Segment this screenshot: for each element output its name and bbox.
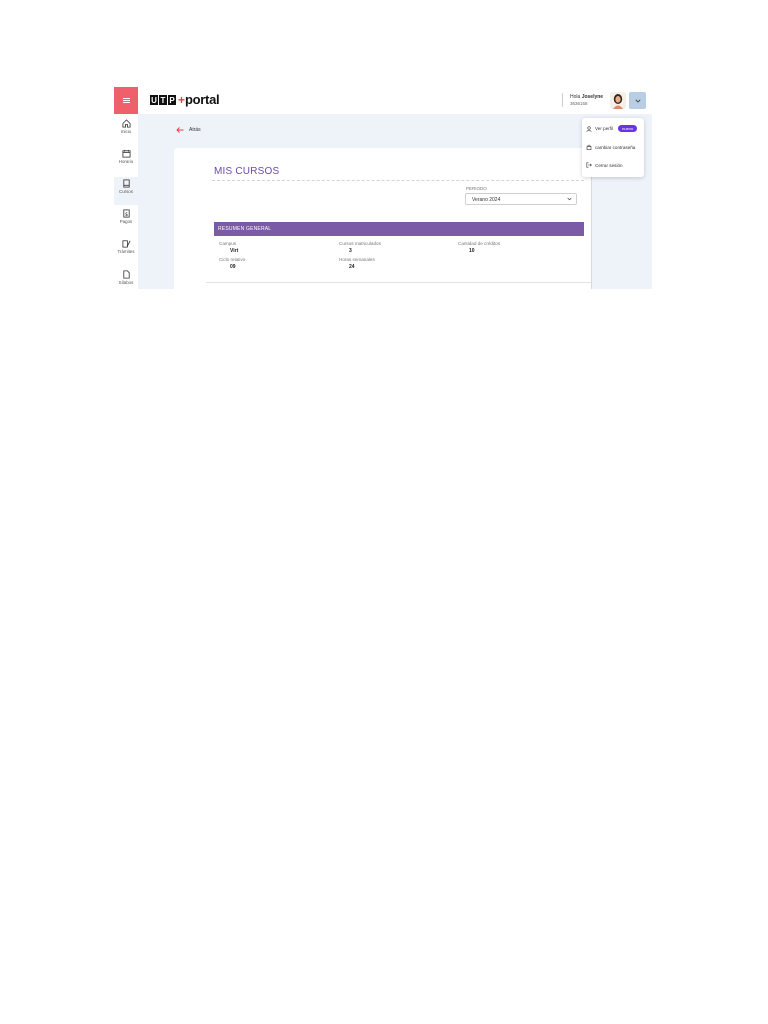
sidebar-item-label: Sílabos (118, 280, 134, 285)
calendar-icon (121, 149, 131, 158)
sidebar-item-label: Pagos (119, 219, 133, 224)
title-divider (212, 180, 584, 181)
menu-item-cerrar-sesion[interactable]: Cerrar sesión (586, 162, 623, 168)
courses-card: MIS CURSOS PERIODO Verano 2024 RESUMEN G… (174, 148, 592, 289)
sidebar-item-label: Trámites (117, 249, 135, 254)
summary-header: RESUMEN GENERAL (214, 222, 584, 236)
stat-value-cursos: 3 (349, 248, 352, 254)
chevron-down-icon (635, 99, 640, 103)
stat-label-ciclo: Ciclo relativo (219, 257, 246, 262)
hamburger-icon (122, 100, 130, 101)
stat-label-horas: Horas semanales (339, 257, 375, 262)
home-icon (121, 119, 131, 128)
stat-label-creditos: Cantidad de créditos (458, 241, 501, 246)
documents-icon (121, 240, 130, 248)
avatar[interactable] (610, 92, 626, 109)
sidebar-item-label: Cursos (119, 189, 133, 194)
user-icon (586, 125, 592, 132)
logout-icon (586, 162, 592, 168)
stat-label-cursos: Cursos matriculados (339, 241, 381, 246)
arrow-left-icon (176, 127, 184, 133)
stat-value-campus: Virt (230, 248, 239, 254)
menu-item-ver-perfil[interactable]: Ver perfil nuevo (586, 125, 638, 132)
stat-label-campus: Campus (219, 241, 237, 246)
page-title: MIS CURSOS (214, 166, 280, 177)
periodo-label: PERIODO (466, 186, 487, 191)
chevron-down-icon (567, 197, 572, 201)
header-divider (562, 93, 563, 107)
svg-text:$: $ (124, 212, 127, 218)
dollar-icon: $ (122, 209, 130, 218)
sidebar-item-horario[interactable]: Horario (114, 149, 138, 177)
top-header: U T P + portal Hola Joselyne 3636158 (138, 87, 652, 114)
back-label: Atrás (189, 127, 201, 133)
sidebar-item-silabos[interactable]: Sílabos (114, 270, 138, 289)
sidebar-item-label: Inicio (120, 129, 132, 134)
menu-item-cambiar-contrasena[interactable]: cambiar contraseña (586, 144, 635, 150)
periodo-value: Verano 2024 (472, 197, 501, 203)
sidebar-item-label: Horario (118, 159, 134, 164)
periodo-select[interactable]: Verano 2024 (465, 193, 577, 205)
user-dropdown-menu: Ver perfil nuevo cambiar contraseña Cerr… (582, 118, 644, 177)
utp-portal-logo[interactable]: U T P + portal (150, 93, 220, 106)
sidebar-item-inicio[interactable]: Inicio (114, 119, 138, 147)
menu-toggle-button[interactable] (114, 87, 138, 114)
screenshot-frame: Inicio Horario Cursos $ Pagos Trámites S… (114, 87, 652, 289)
sidebar-item-pagos[interactable]: $ Pagos (114, 209, 138, 237)
new-badge: nuevo (618, 125, 638, 132)
user-name: Joselyne (581, 94, 604, 100)
lock-icon (586, 144, 592, 150)
sidebar-item-cursos[interactable]: Cursos (114, 177, 138, 205)
book-icon (122, 179, 130, 188)
card-divider (206, 282, 591, 283)
stat-value-horas: 24 (349, 264, 355, 270)
user-menu-toggle-button[interactable] (629, 92, 646, 109)
sidebar: Inicio Horario Cursos $ Pagos Trámites S… (114, 87, 138, 289)
back-link[interactable]: Atrás (176, 127, 201, 133)
user-greeting: Hola Joselyne (570, 94, 604, 100)
stat-value-creditos: 10 (469, 248, 475, 254)
user-code: 3636158 (570, 101, 588, 106)
file-icon (122, 270, 130, 279)
sidebar-item-tramites[interactable]: Trámites (114, 239, 138, 267)
stat-value-ciclo: 09 (230, 264, 236, 270)
